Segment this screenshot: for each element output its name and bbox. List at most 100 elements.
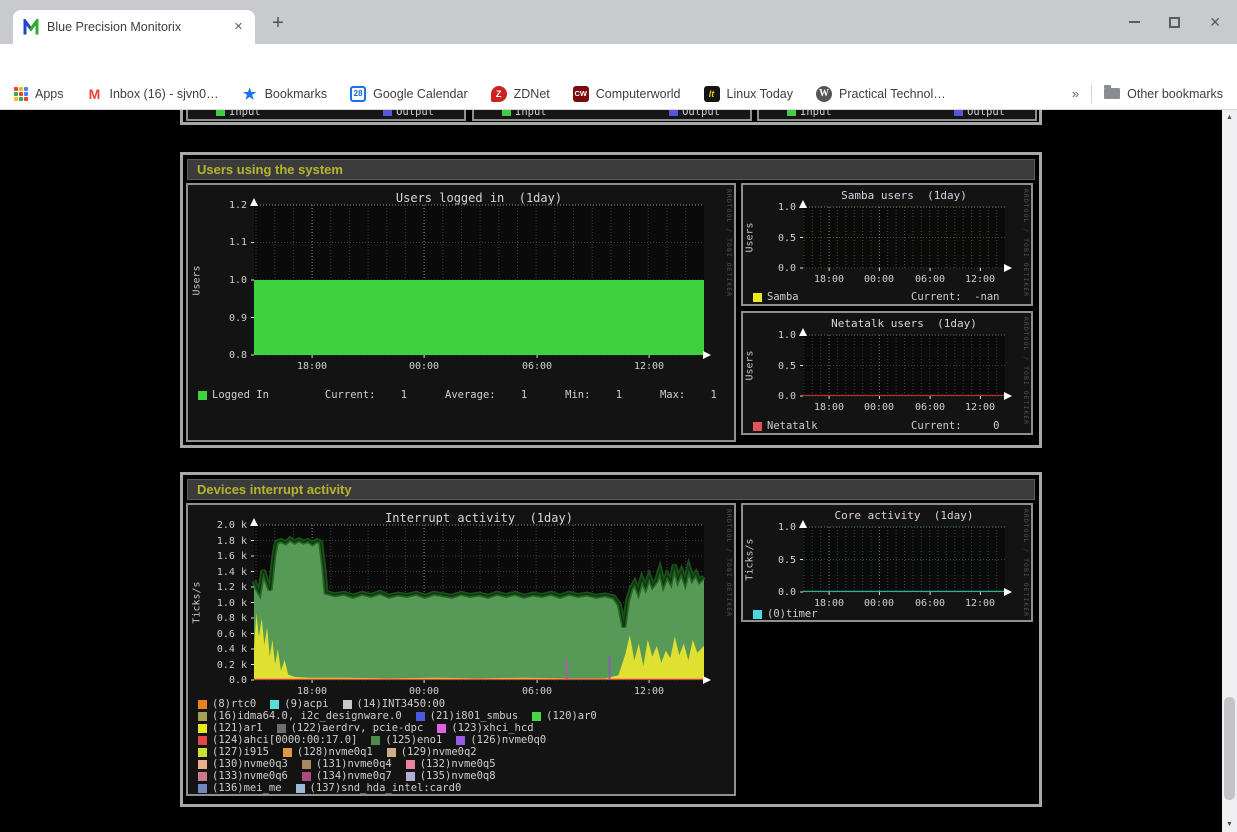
legend-swatch <box>198 772 207 781</box>
linux-today-icon: lt <box>704 86 720 102</box>
output-swatch <box>954 110 963 116</box>
legend-label: (0)timer <box>767 608 818 620</box>
window-close-icon[interactable]: ✕ <box>1209 15 1221 29</box>
samba-users-graph[interactable]: Samba users (1day) Users 1.00.50.018:000… <box>741 183 1033 306</box>
scroll-up-icon[interactable]: ▲ <box>1222 110 1237 125</box>
section-users: Users using the system Users logged in (… <box>180 152 1042 448</box>
legend-output: Output <box>954 110 1005 118</box>
star-icon: ★ <box>242 86 258 102</box>
rrdtool-signature: RRDTOOL / TOBI OETIKER <box>725 509 733 617</box>
tab-close-icon[interactable]: ✕ <box>230 19 247 36</box>
legend-swatch <box>532 712 541 721</box>
axis-tick-label: 06:00 <box>512 686 562 697</box>
axis-tick-label: 1.1 <box>188 237 247 248</box>
legend-swatch <box>753 293 762 302</box>
input-swatch <box>787 110 796 116</box>
axis-tick-label: 1.0 k <box>188 598 247 609</box>
legend-item: (135)nvme0q8 <box>406 770 496 782</box>
netatalk-users-graph[interactable]: Netatalk users (1day) Users 1.00.50.018:… <box>741 311 1033 435</box>
axis-tick-label: 0.4 k <box>188 644 247 655</box>
legend-swatch <box>343 700 352 709</box>
legend-item: (130)nvme0q3 <box>198 758 288 770</box>
legend-output: Output <box>383 110 434 118</box>
graph-legend: (0)timer <box>753 608 818 620</box>
bookmark-zdnet[interactable]: Z ZDNet <box>491 86 550 102</box>
axis-tick-label: 06:00 <box>905 598 955 609</box>
legend-swatch <box>296 784 305 793</box>
legend-swatch <box>387 748 396 757</box>
axis-tick-label: 1.4 k <box>188 567 247 578</box>
legend-swatch <box>270 700 279 709</box>
vertical-scrollbar[interactable]: ▲ ▼ <box>1222 110 1237 832</box>
legend-item: (9)acpi <box>270 698 328 710</box>
legend-swatch <box>283 748 292 757</box>
legend-swatch <box>371 736 380 745</box>
bookmark-inbox[interactable]: M Inbox (16) - sjvn0… <box>87 86 219 102</box>
axis-tick-label: 12:00 <box>955 598 1005 609</box>
legend-item: (122)aerdrv, pcie-dpc <box>277 722 424 734</box>
legend-label: Samba <box>767 291 799 303</box>
browser-tab[interactable]: Blue Precision Monitorix ✕ <box>13 10 255 44</box>
tab-strip: Blue Precision Monitorix ✕ + ✕ <box>0 0 1237 44</box>
legend-current: Current: -nan <box>911 291 1000 303</box>
partial-graph-panel: Input Output <box>757 110 1037 121</box>
users-logged-in-graph[interactable]: Users logged in (1day) Users 1.21.11.00.… <box>186 183 736 442</box>
other-bookmarks-button[interactable]: Other bookmarks <box>1104 87 1223 101</box>
partial-graph-panel: Input Output <box>472 110 752 121</box>
output-swatch <box>669 110 678 116</box>
legend-stats: Current: 1 Average: 1 Min: 1 Max: 1 <box>325 389 717 401</box>
axis-tick-label: 0.0 <box>188 675 247 686</box>
output-swatch <box>383 110 392 116</box>
core-activity-graph[interactable]: Core activity (1day) Ticks/s 1.00.50.018… <box>741 503 1033 622</box>
axis-tick-label: 0.6 k <box>188 629 247 640</box>
bookmark-label: Linux Today <box>727 87 794 101</box>
legend-swatch <box>302 772 311 781</box>
legend-item: (124)ahci[0000:00:17.0] <box>198 734 357 746</box>
bookmark-apps[interactable]: Apps <box>14 87 64 101</box>
computerworld-icon: CW <box>573 86 589 102</box>
legend-swatch <box>198 700 207 709</box>
rrdtool-signature: RRDTOOL / TOBI OETIKER <box>1022 509 1030 617</box>
axis-tick-label: 1.0 <box>743 330 796 341</box>
tab-title: Blue Precision Monitorix <box>47 20 230 34</box>
rrdtool-signature: RRDTOOL / TOBI OETIKER <box>725 189 733 297</box>
bookmarks-overflow-icon[interactable]: » <box>1072 86 1079 101</box>
bookmark-linux-today[interactable]: lt Linux Today <box>704 86 794 102</box>
scroll-down-icon[interactable]: ▼ <box>1222 817 1237 832</box>
legend-swatch <box>406 760 415 769</box>
axis-tick-label: 00:00 <box>854 402 904 413</box>
window-maximize-icon[interactable] <box>1169 17 1180 28</box>
legend-input: Input <box>787 110 832 118</box>
axis-tick-label: 18:00 <box>804 274 854 285</box>
legend-item: (8)rtc0 <box>198 698 256 710</box>
legend-item: (134)nvme0q7 <box>302 770 392 782</box>
legend-swatch <box>406 772 415 781</box>
window-minimize-icon[interactable] <box>1129 21 1140 23</box>
legend-item: (123)xhci_hcd <box>437 722 533 734</box>
bookmark-label: Computerworld <box>596 87 681 101</box>
bookmark-bookmarks[interactable]: ★ Bookmarks <box>242 86 328 102</box>
scrollbar-thumb[interactable] <box>1224 697 1235 800</box>
monitorix-favicon <box>23 19 39 35</box>
axis-tick-label: 18:00 <box>287 361 337 372</box>
legend-item: (131)nvme0q4 <box>302 758 392 770</box>
bookmark-computerworld[interactable]: CW Computerworld <box>573 86 681 102</box>
new-tab-button[interactable]: + <box>266 12 290 36</box>
bookmark-label: Bookmarks <box>265 87 328 101</box>
axis-tick-label: 0.8 <box>188 350 247 361</box>
legend-item: (121)ar1 <box>198 722 263 734</box>
interrupt-activity-graph[interactable]: Interrupt activity (1day) Ticks/s 2.0 k1… <box>186 503 736 796</box>
bookmark-practical-technology[interactable]: W Practical Technol… <box>816 86 946 102</box>
bookmark-label: ZDNet <box>514 87 550 101</box>
partial-graph-panel: Input Output <box>186 110 466 121</box>
axis-tick-label: 18:00 <box>804 402 854 413</box>
legend-item: (14)INT3450:00 <box>343 698 446 710</box>
legend-input: Input <box>216 110 261 118</box>
bookmarks-bar: Apps M Inbox (16) - sjvn0… ★ Bookmarks 2… <box>0 78 1237 110</box>
bookmark-google-calendar[interactable]: 28 Google Calendar <box>350 86 468 102</box>
legend-label: Logged In <box>212 389 269 401</box>
input-swatch <box>502 110 511 116</box>
legend-item: (125)eno1 <box>371 734 442 746</box>
axis-tick-label: 12:00 <box>955 274 1005 285</box>
apps-grid-icon <box>14 87 28 101</box>
